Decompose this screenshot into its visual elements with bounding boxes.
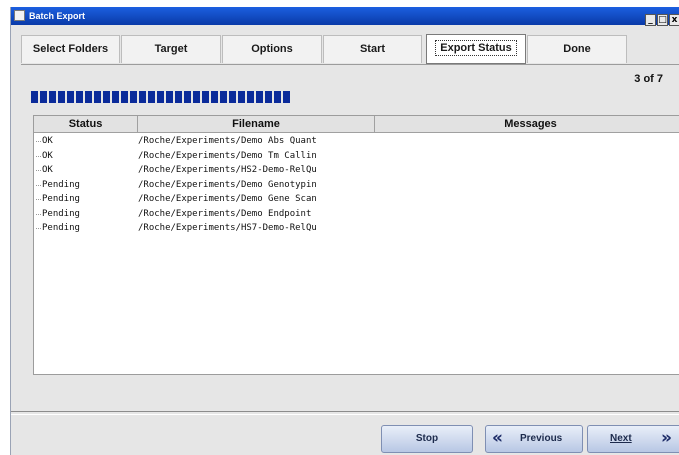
progress-block [121, 91, 128, 103]
table-row[interactable]: Pending/Roche/Experiments/Demo Endpoint [34, 207, 679, 222]
progress-block [256, 91, 263, 103]
progress-block [76, 91, 83, 103]
column-header-filename[interactable]: Filename [138, 116, 375, 132]
progress-block [49, 91, 56, 103]
next-button[interactable]: Next » [587, 425, 679, 453]
progress-block [31, 91, 38, 103]
filename-cell: /Roche/Experiments/HS2-Demo-RelQu [138, 165, 317, 175]
previous-button[interactable]: « Previous [485, 425, 583, 453]
progress-block [229, 91, 236, 103]
filename-cell: /Roche/Experiments/Demo Gene Scan [138, 194, 317, 204]
progress-block [40, 91, 47, 103]
progress-block [157, 91, 164, 103]
progress-block [274, 91, 281, 103]
tab-label: Target [154, 43, 188, 55]
tab-export-status[interactable]: Export Status [426, 34, 526, 64]
progress-block [112, 91, 119, 103]
progress-block [139, 91, 146, 103]
tab-label: Export Status [435, 40, 517, 56]
progress-block [211, 91, 218, 103]
progress-block [283, 91, 290, 103]
progress-block [103, 91, 110, 103]
table-row[interactable]: Pending/Roche/Experiments/HS7-Demo-RelQu [34, 221, 679, 236]
tab-done[interactable]: Done [527, 35, 627, 63]
progress-block [58, 91, 65, 103]
tab-label: Start [359, 43, 386, 55]
filename-cell: /Roche/Experiments/Demo Abs Quant [138, 136, 317, 146]
tab-target[interactable]: Target [121, 35, 221, 63]
window-controls: _ □ x [644, 9, 679, 26]
status-cell: OK [36, 165, 53, 175]
status-cell: Pending [36, 223, 80, 233]
title-bar[interactable]: Batch Export _ □ x [11, 7, 679, 26]
tab-label: Options [251, 43, 293, 55]
status-cell: OK [36, 150, 53, 161]
progress-block [193, 91, 200, 103]
filename-cell: /Roche/Experiments/Demo Tm Callin [138, 150, 317, 161]
progress-block [148, 91, 155, 103]
chevron-double-right-icon: » [661, 428, 672, 448]
filename-cell: /Roche/Experiments/Demo Genotypin [138, 179, 317, 190]
export-progress-bar [31, 89, 323, 105]
minimize-button[interactable]: _ [645, 14, 656, 26]
next-button-label: Next [610, 433, 632, 444]
tab-label: Select Folders [32, 43, 109, 55]
previous-button-label: Previous [520, 433, 563, 444]
column-header-status[interactable]: Status [34, 116, 138, 132]
table-header: Status Filename Messages [34, 116, 679, 133]
progress-block [130, 91, 137, 103]
app-icon [14, 10, 25, 21]
table-row[interactable]: Pending/Roche/Experiments/Demo Genotypin [34, 178, 679, 193]
progress-block [247, 91, 254, 103]
progress-block [166, 91, 173, 103]
filename-cell: /Roche/Experiments/HS7-Demo-RelQu [138, 223, 317, 233]
window-title: Batch Export [29, 11, 86, 21]
stop-button-label: Stop [415, 433, 439, 444]
table-row[interactable]: OK/Roche/Experiments/Demo Abs Quant [34, 134, 679, 149]
progress-block [202, 91, 209, 103]
maximize-button[interactable]: □ [657, 14, 668, 26]
progress-counter: 3 of 7 [634, 73, 663, 85]
progress-block [175, 91, 182, 103]
status-cell: Pending [36, 208, 80, 219]
stop-button[interactable]: Stop [381, 425, 473, 453]
close-button[interactable]: x [669, 14, 679, 26]
progress-block [184, 91, 191, 103]
status-cell: OK [36, 136, 53, 146]
progress-block [94, 91, 101, 103]
table-body: OK/Roche/Experiments/Demo Abs Quant OK/Ro… [34, 134, 679, 236]
table-row[interactable]: Pending/Roche/Experiments/Demo Gene Scan [34, 192, 679, 207]
tab-options[interactable]: Options [222, 35, 322, 63]
tab-select-folders[interactable]: Select Folders [21, 35, 120, 63]
divider [11, 411, 679, 415]
status-cell: Pending [36, 194, 80, 204]
progress-block [238, 91, 245, 103]
filename-cell: /Roche/Experiments/Demo Endpoint [138, 208, 312, 219]
tab-label: Done [563, 43, 591, 55]
tab-start[interactable]: Start [323, 35, 422, 63]
table-row[interactable]: OK/Roche/Experiments/HS2-Demo-RelQu [34, 163, 679, 178]
progress-block [85, 91, 92, 103]
progress-block [67, 91, 74, 103]
column-header-messages[interactable]: Messages [375, 116, 679, 132]
progress-block [265, 91, 272, 103]
batch-export-window: Batch Export _ □ x Select Folders Target O… [10, 7, 679, 455]
table-row[interactable]: OK/Roche/Experiments/Demo Tm Callin [34, 149, 679, 164]
export-status-table[interactable]: Status Filename Messages OK/Roche/Experi… [33, 115, 679, 375]
status-cell: Pending [36, 179, 80, 190]
progress-block [220, 91, 227, 103]
chevron-double-left-icon: « [492, 428, 503, 448]
